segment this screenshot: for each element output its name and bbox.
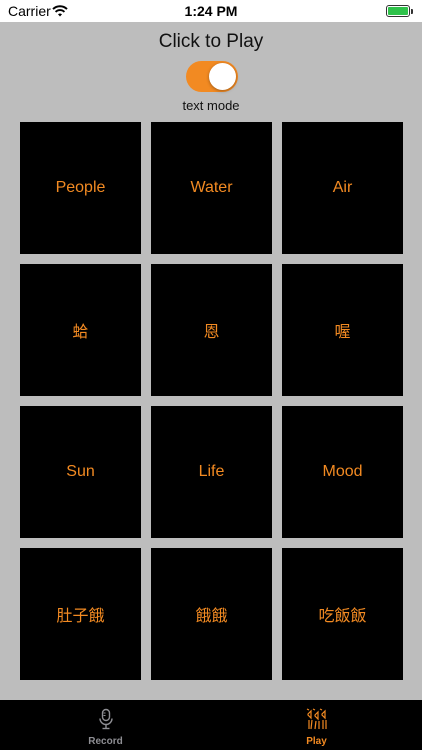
- tile-eat-rice[interactable]: 吃飯飯: [282, 548, 403, 680]
- tile-mood[interactable]: Mood: [282, 406, 403, 538]
- tab-play[interactable]: Play: [211, 700, 422, 750]
- toggle-knob: [209, 63, 236, 90]
- text-mode-label: text mode: [182, 98, 240, 113]
- tile-hungry[interactable]: 肚子餓: [20, 548, 141, 680]
- microphone-icon: [99, 708, 113, 730]
- tile-hungry-hungry[interactable]: 餓餓: [151, 548, 272, 680]
- tab-record[interactable]: Record: [0, 700, 211, 750]
- tab-play-label: Play: [306, 736, 327, 747]
- tile-en[interactable]: 恩: [151, 264, 272, 396]
- tile-water[interactable]: Water: [151, 122, 272, 254]
- speaker-group-icon: [306, 708, 327, 730]
- tile-ha[interactable]: 蛤: [20, 264, 141, 396]
- tab-record-label: Record: [88, 736, 123, 747]
- tile-people[interactable]: People: [20, 122, 141, 254]
- sound-grid: People Water Air 蛤 恩 喔 Sun Life Mood 肚子餓…: [20, 122, 403, 680]
- tile-life[interactable]: Life: [151, 406, 272, 538]
- status-bar: Carrier 1:24 PM: [0, 0, 422, 22]
- tile-sun[interactable]: Sun: [20, 406, 141, 538]
- tile-o[interactable]: 喔: [282, 264, 403, 396]
- text-mode-toggle[interactable]: [186, 61, 238, 92]
- battery-icon: [386, 5, 410, 17]
- battery-nub: [411, 9, 413, 14]
- battery-fill: [388, 7, 408, 15]
- page-title: Click to Play: [158, 31, 264, 52]
- status-time: 1:24 PM: [184, 3, 238, 19]
- tile-air[interactable]: Air: [282, 122, 403, 254]
- tab-bar: Record Play: [0, 700, 422, 750]
